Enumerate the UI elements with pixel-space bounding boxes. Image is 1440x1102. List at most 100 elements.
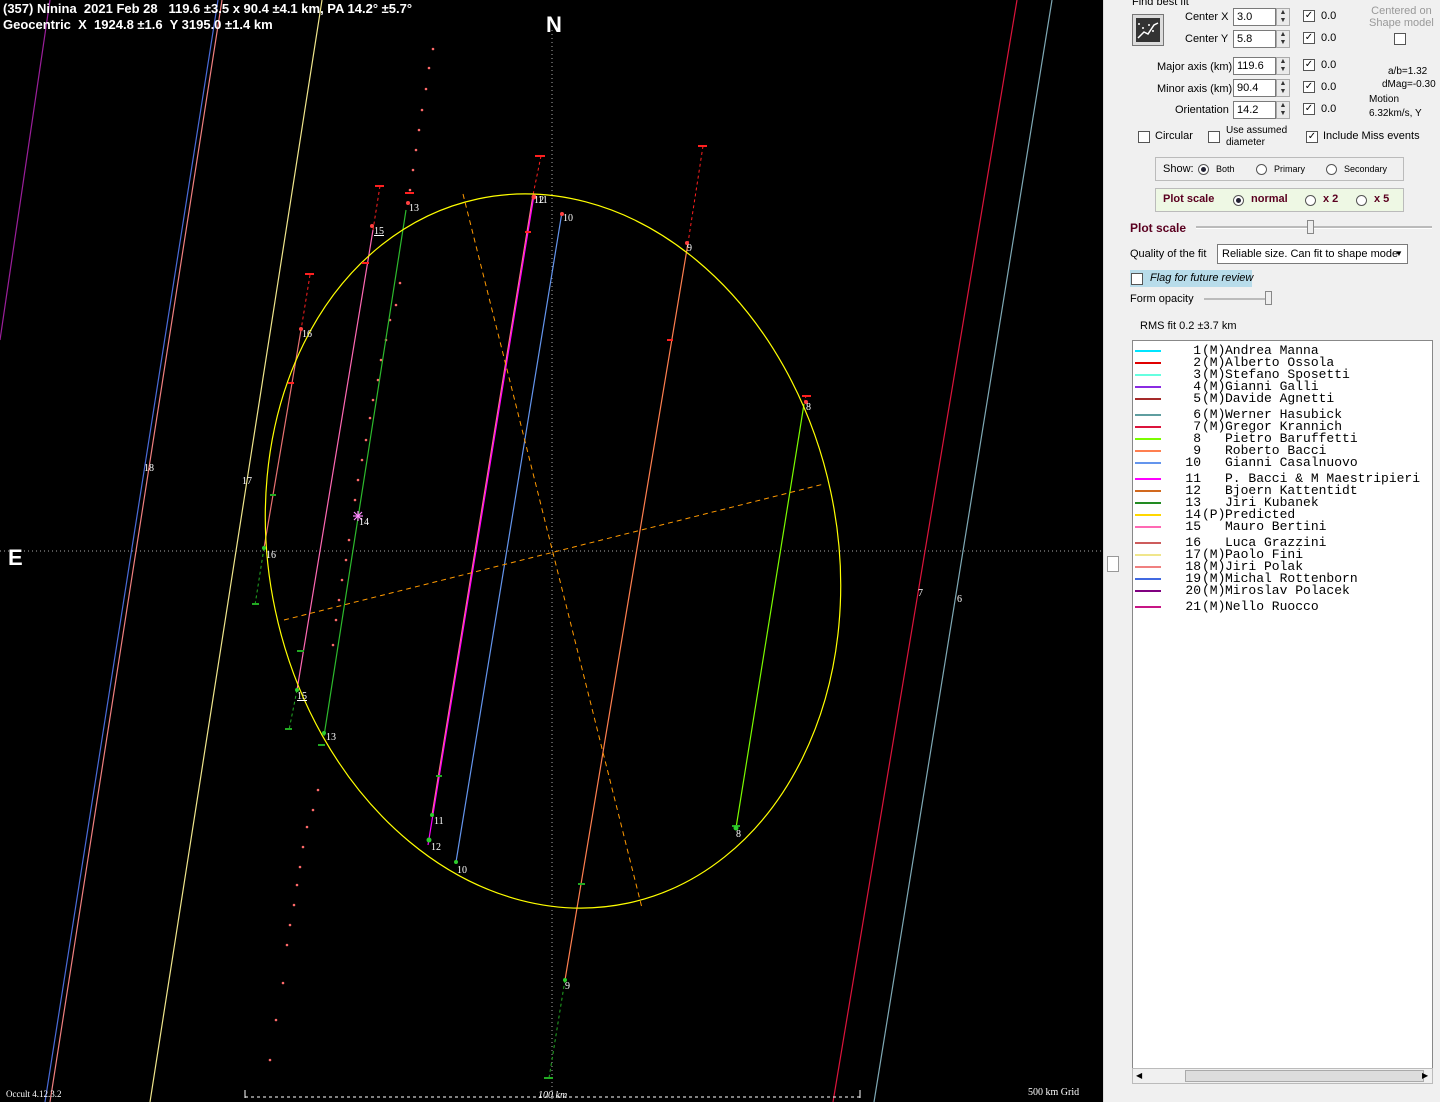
chord-line-21	[0, 0, 51, 341]
legend-color-swatch	[1135, 350, 1161, 352]
show-both-radio[interactable]	[1198, 164, 1209, 175]
chord-label: 9	[687, 243, 692, 254]
plot-canvas	[0, 0, 1103, 1102]
control-panel: Find best fit Center X 3.0 ▲ ▼ ✓ 0.0 Cent…	[1120, 0, 1440, 1102]
scale-x5-radio[interactable]	[1356, 195, 1367, 206]
minor-axis-spinner[interactable]: ▲ ▼	[1276, 79, 1290, 97]
legend-color-swatch	[1135, 398, 1161, 400]
orientation-step: 0.0	[1321, 103, 1337, 115]
legend-color-swatch	[1135, 374, 1161, 376]
center-x-check[interactable]: ✓	[1303, 10, 1315, 22]
legend-observer-name: Miroslav Polacek	[1225, 583, 1350, 598]
show-primary-radio[interactable]	[1256, 164, 1267, 175]
quality-select[interactable]: Reliable size. Can fit to shape mode ▼	[1217, 244, 1408, 264]
legend-tag: (M)	[1202, 391, 1226, 406]
legend-tag: (M)	[1202, 583, 1226, 598]
major-axis-step: 0.0	[1321, 59, 1337, 71]
center-y-input[interactable]: 5.8	[1233, 30, 1276, 48]
east-label: E	[8, 545, 23, 570]
show-secondary-radio[interactable]	[1326, 164, 1337, 175]
flag-review-check[interactable]	[1131, 273, 1143, 285]
legend-observer-name: Davide Agnetti	[1225, 391, 1335, 406]
chord-label: 17	[242, 476, 252, 487]
assumed-diameter-label: Use assumed diameter	[1226, 125, 1288, 148]
circular-label: Circular	[1155, 130, 1193, 142]
centered-on-shape-check[interactable]	[1394, 33, 1406, 45]
legend-scroll-thumb[interactable]	[1185, 1070, 1424, 1082]
assumed-diameter-check[interactable]	[1208, 131, 1220, 143]
major-axis-check[interactable]: ✓	[1303, 59, 1315, 71]
dotted-chord-dots	[268, 47, 435, 1062]
scale-x2-radio[interactable]	[1305, 195, 1316, 206]
minor-axis-check[interactable]: ✓	[1303, 81, 1315, 93]
orientation-check[interactable]: ✓	[1303, 103, 1315, 115]
chord-label: 11	[434, 816, 444, 827]
scroll-right-icon[interactable]: ▶	[1422, 1071, 1428, 1080]
legend-horizontal-scrollbar[interactable]: ◀ ▶	[1132, 1068, 1433, 1084]
chord-line-9	[564, 242, 689, 981]
legend-observer-name: Nello Ruocco	[1225, 599, 1319, 614]
orientation-spinner[interactable]: ▲ ▼	[1276, 101, 1290, 119]
legend-color-swatch	[1135, 566, 1161, 568]
circular-check[interactable]	[1138, 131, 1150, 143]
orientation-input[interactable]: 14.2	[1233, 101, 1276, 119]
legend-number: 20	[1185, 583, 1201, 598]
header-line-2: Geocentric X 1924.8 ±1.6 Y 3195.0 ±1.4 k…	[3, 17, 273, 32]
vertical-scrollbar[interactable]	[1103, 0, 1121, 1102]
form-opacity-slider-thumb[interactable]	[1265, 291, 1272, 305]
legend-number: 5	[1193, 391, 1201, 406]
chord-label: 7	[918, 588, 923, 599]
include-miss-label: Include Miss events	[1323, 130, 1420, 142]
include-miss-check[interactable]: ✓	[1306, 131, 1318, 143]
center-x-spinner[interactable]: ▲ ▼	[1276, 8, 1290, 26]
legend-color-swatch	[1135, 414, 1161, 416]
center-x-label: Center X	[1185, 11, 1229, 23]
legend-color-swatch	[1135, 450, 1161, 452]
scroll-left-icon[interactable]: ◀	[1136, 1071, 1142, 1080]
legend-color-swatch	[1135, 490, 1161, 492]
scale-normal-radio[interactable]	[1233, 195, 1244, 206]
orientation-label: Orientation	[1175, 104, 1229, 116]
legend-color-swatch	[1135, 462, 1161, 464]
chord-label: 8	[736, 829, 741, 840]
plot-scale-slider-thumb[interactable]	[1307, 220, 1314, 234]
major-axis-spinner[interactable]: ▲ ▼	[1276, 57, 1290, 75]
chord-label: 10	[563, 213, 573, 224]
scale-x5-label: x 5	[1374, 193, 1390, 205]
legend-color-swatch	[1135, 478, 1161, 480]
legend-number: 15	[1185, 519, 1201, 534]
legend-observer-name: Gianni Casalnuovo	[1225, 455, 1358, 470]
legend-color-swatch	[1135, 606, 1161, 608]
find-best-fit-button[interactable]	[1132, 14, 1164, 46]
legend-observer-name: Mauro Bertini	[1225, 519, 1327, 534]
header-line-1: (357) Ninina 2021 Feb 28 119.6 ±3.5 x 90…	[3, 1, 413, 16]
form-opacity-slider-track[interactable]	[1204, 298, 1266, 300]
minor-axis-step: 0.0	[1321, 81, 1337, 93]
chord-label: 13	[409, 203, 419, 214]
chord-label: 14	[359, 517, 369, 528]
major-axis-input[interactable]: 119.6	[1233, 57, 1276, 75]
legend-color-swatch	[1135, 526, 1161, 528]
plot-scale-slider-track[interactable]	[1196, 226, 1432, 229]
chord-label: 16	[266, 550, 276, 561]
minor-axis-input[interactable]: 90.4	[1233, 79, 1276, 97]
scroll-thumb[interactable]	[1107, 556, 1119, 572]
show-label: Show:	[1163, 163, 1194, 175]
chord-line-13	[323, 209, 407, 737]
center-x-input[interactable]: 3.0	[1233, 8, 1276, 26]
legend-color-swatch	[1135, 554, 1161, 556]
scale-normal-label: normal	[1251, 193, 1288, 205]
legend-color-swatch	[1135, 386, 1161, 388]
center-y-check[interactable]: ✓	[1303, 32, 1315, 44]
chord-label: 11	[538, 195, 548, 206]
scale-bar-label: 100 km	[538, 1090, 568, 1101]
observer-legend[interactable]: 1 (M) Andrea Manna 2 (M) Alberto Ossola 3 (M) St…	[1132, 340, 1433, 1084]
legend-number: 10	[1185, 455, 1201, 470]
legend-tag: (M)	[1202, 599, 1226, 614]
quality-label: Quality of the fit	[1130, 248, 1207, 260]
center-y-spinner[interactable]: ▲ ▼	[1276, 30, 1290, 48]
motion-value: 6.32km/s, Y	[1369, 108, 1422, 119]
occultation-plot[interactable]: (357) Ninina 2021 Feb 28 119.6 ±3.5 x 90…	[0, 0, 1103, 1102]
fit-chart-icon	[1136, 18, 1160, 42]
version-label: Occult 4.12.3.2	[6, 1089, 62, 1099]
